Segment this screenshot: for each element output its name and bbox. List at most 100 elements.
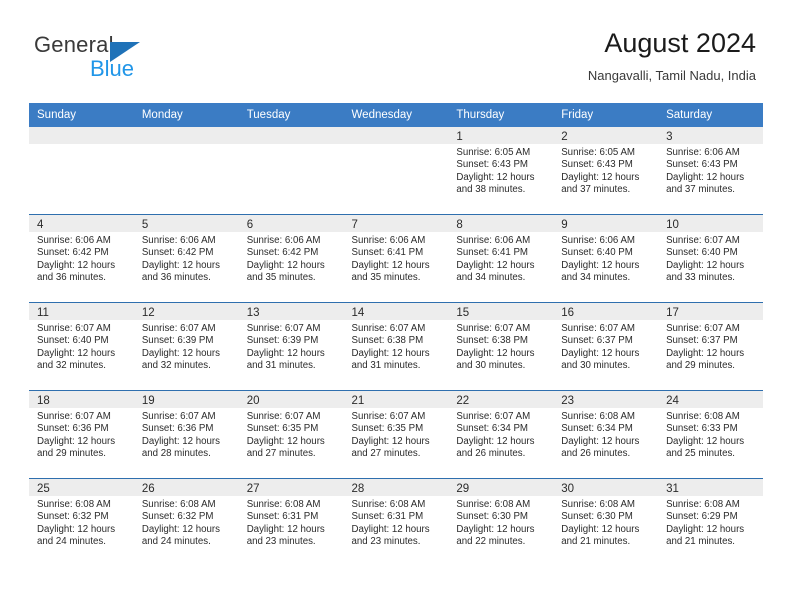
daylight-text-line2: and 21 minutes. [561, 536, 631, 548]
calendar-day-cell[interactable]: 30 Sunrise: 6:08 AM Sunset: 6:30 PM Dayligh… [553, 479, 659, 566]
calendar-day-cell[interactable]: 24 Sunrise: 6:08 AM Sunset: 6:33 PM Dayligh… [658, 391, 763, 478]
calendar-day-cell[interactable]: 16 Sunrise: 6:07 AM Sunset: 6:37 PM Dayligh… [553, 303, 659, 390]
calendar-day-cell[interactable]: 31 Sunrise: 6:08 AM Sunset: 6:29 PM Dayligh… [658, 479, 763, 566]
sunrise-text: Sunrise: 6:05 AM [456, 147, 531, 158]
day-number: 19 [141, 395, 155, 407]
day-number: 11 [37, 307, 49, 319]
day-number: 7 [351, 219, 358, 231]
day-details: Sunrise: 6:08 AM Sunset: 6:30 PM Daylight:… [553, 496, 658, 549]
day-number: 28 [351, 483, 365, 495]
calendar-day-cell[interactable]: 13 Sunrise: 6:07 AM Sunset: 6:39 PM Dayligh… [238, 303, 344, 390]
day-number: 6 [246, 219, 254, 231]
sunset-text: Sunset: 6:35 PM [246, 423, 319, 435]
calendar-day-cell[interactable]: 15 Sunrise: 6:07 AM Sunset: 6:38 PM Dayligh… [448, 303, 554, 390]
calendar-day-cell[interactable]: 17 Sunrise: 6:07 AM Sunset: 6:37 PM Dayligh… [658, 303, 763, 390]
day-number: 24 [666, 395, 679, 407]
calendar-day-cell[interactable]: 21 Sunrise: 6:07 AM Sunset: 6:35 PM Dayligh… [343, 391, 449, 478]
daylight-text-line1: Daylight: 12 hours [141, 347, 220, 359]
calendar-day-cell[interactable]: 12 Sunrise: 6:07 AM Sunset: 6:39 PM Dayligh… [133, 303, 239, 390]
daylight-text-line2: and 22 minutes. [456, 536, 526, 548]
sunset-text: Sunset: 6:35 PM [351, 423, 424, 435]
day-number: 17 [666, 307, 679, 319]
calendar-day-cell[interactable]: 11 Sunrise: 6:07 AM Sunset: 6:40 PM Dayligh… [29, 303, 134, 390]
calendar-day-cell[interactable]: 22 Sunrise: 6:07 AM Sunset: 6:34 PM Dayligh… [448, 391, 554, 478]
day-number-band: 27 [238, 479, 344, 496]
calendar-day-cell[interactable]: 14 Sunrise: 6:07 AM Sunset: 6:38 PM Dayligh… [343, 303, 449, 390]
day-number: 20 [246, 395, 260, 407]
day-number: 13 [246, 307, 260, 319]
sunrise-text: Sunrise: 6:08 AM [561, 499, 635, 510]
sunset-text: Sunset: 6:43 PM [456, 159, 528, 171]
day-number-band: 5 [133, 215, 239, 232]
weekday-header-friday: Friday [561, 109, 594, 121]
sunrise-text: Sunrise: 6:08 AM [141, 499, 216, 510]
day-details: Sunrise: 6:07 AM Sunset: 6:38 PM Daylight:… [344, 320, 449, 373]
calendar-day-cell[interactable]: 1 Sunrise: 6:05 AM Sunset: 6:43 PM Daylight… [448, 127, 554, 214]
daylight-text-line2: and 29 minutes. [37, 448, 106, 460]
calendar-day-cell[interactable]: 6 Sunrise: 6:06 AM Sunset: 6:42 PM Daylight… [238, 215, 344, 302]
sunrise-text: Sunrise: 6:07 AM [141, 323, 216, 334]
general-blue-logo[interactable]: General Blue [34, 32, 204, 82]
daylight-text-line1: Daylight: 12 hours [561, 171, 640, 183]
daylight-text-line1: Daylight: 12 hours [246, 259, 325, 271]
day-details: Sunrise: 6:08 AM Sunset: 6:32 PM Daylight:… [29, 496, 134, 549]
calendar-day-cell[interactable]: 23 Sunrise: 6:08 AM Sunset: 6:34 PM Dayligh… [553, 391, 659, 478]
page-header: General Blue August 2024 Nangavalli, Tam… [0, 0, 792, 100]
calendar-day-cell[interactable]: 29 Sunrise: 6:08 AM Sunset: 6:30 PM Dayligh… [448, 479, 554, 566]
day-number-band: 15 [448, 303, 554, 320]
calendar-day-cell[interactable]: 20 Sunrise: 6:07 AM Sunset: 6:35 PM Dayligh… [238, 391, 344, 478]
calendar-day-cell[interactable]: 26 Sunrise: 6:08 AM Sunset: 6:32 PM Dayligh… [133, 479, 239, 566]
daylight-text-line2: and 30 minutes. [561, 360, 631, 372]
daylight-text-line1: Daylight: 12 hours [246, 435, 325, 447]
day-number-band [133, 127, 239, 144]
calendar-day-cell[interactable]: 4 Sunrise: 6:06 AM Sunset: 6:42 PM Daylight… [29, 215, 134, 302]
daylight-text-line1: Daylight: 12 hours [246, 523, 325, 535]
day-number: 31 [666, 483, 679, 495]
day-details: Sunrise: 6:06 AM Sunset: 6:42 PM Daylight:… [134, 232, 239, 285]
day-details: Sunrise: 6:07 AM Sunset: 6:36 PM Daylight:… [29, 408, 134, 461]
sunset-text: Sunset: 6:41 PM [456, 247, 528, 259]
day-number: 10 [666, 219, 679, 231]
calendar-day-cell[interactable]: 28 Sunrise: 6:08 AM Sunset: 6:31 PM Dayligh… [343, 479, 449, 566]
calendar-day-cell[interactable]: 3 Sunrise: 6:06 AM Sunset: 6:43 PM Daylight… [658, 127, 763, 214]
day-number-band: 4 [29, 215, 134, 232]
calendar-day-cell[interactable]: 7 Sunrise: 6:06 AM Sunset: 6:41 PM Daylight… [343, 215, 449, 302]
sunset-text: Sunset: 6:32 PM [141, 511, 214, 523]
daylight-text-line2: and 34 minutes. [456, 272, 526, 284]
calendar-day-cell[interactable]: 9 Sunrise: 6:06 AM Sunset: 6:40 PM Daylight… [553, 215, 659, 302]
calendar-day-cell[interactable]: 8 Sunrise: 6:06 AM Sunset: 6:41 PM Daylight… [448, 215, 554, 302]
calendar-day-cell[interactable]: 2 Sunrise: 6:05 AM Sunset: 6:43 PM Daylight… [553, 127, 659, 214]
day-details [239, 144, 344, 147]
day-number: 29 [456, 483, 470, 495]
calendar-day-cell[interactable]: 25 Sunrise: 6:08 AM Sunset: 6:32 PM Dayligh… [29, 479, 134, 566]
logo-text-general: General [34, 32, 114, 57]
day-number-band: 7 [343, 215, 449, 232]
calendar-day-cell[interactable]: 10 Sunrise: 6:07 AM Sunset: 6:40 PM Dayligh… [658, 215, 763, 302]
daylight-text-line1: Daylight: 12 hours [37, 347, 116, 359]
daylight-text-line2: and 28 minutes. [141, 448, 211, 460]
calendar-day-cell[interactable]: 19 Sunrise: 6:07 AM Sunset: 6:36 PM Dayligh… [133, 391, 239, 478]
sunset-text: Sunset: 6:43 PM [666, 159, 738, 171]
sunset-text: Sunset: 6:36 PM [37, 423, 109, 435]
sunrise-text: Sunrise: 6:06 AM [246, 235, 321, 246]
day-details [344, 144, 449, 147]
calendar-day-cell[interactable]: 18 Sunrise: 6:07 AM Sunset: 6:36 PM Dayligh… [29, 391, 134, 478]
calendar-day-cell[interactable]: 5 Sunrise: 6:06 AM Sunset: 6:42 PM Daylight… [133, 215, 239, 302]
sunrise-text: Sunrise: 6:07 AM [37, 411, 111, 422]
calendar-day-cell[interactable]: 27 Sunrise: 6:08 AM Sunset: 6:31 PM Dayligh… [238, 479, 344, 566]
sunset-text: Sunset: 6:29 PM [666, 511, 738, 523]
daylight-text-line2: and 26 minutes. [561, 448, 631, 460]
day-details: Sunrise: 6:08 AM Sunset: 6:33 PM Daylight:… [658, 408, 763, 461]
day-number-band: 18 [29, 391, 134, 408]
page-subtitle: Nangavalli, Tamil Nadu, India [587, 68, 756, 83]
day-number: 12 [141, 307, 155, 319]
daylight-text-line2: and 32 minutes. [141, 360, 211, 372]
day-number: 22 [456, 395, 470, 407]
day-number: 5 [141, 219, 149, 231]
day-number-band: 26 [133, 479, 239, 496]
day-number-band: 22 [448, 391, 554, 408]
weekday-header-sunday: Sunday [37, 109, 77, 121]
daylight-text-line1: Daylight: 12 hours [561, 435, 640, 447]
day-details: Sunrise: 6:06 AM Sunset: 6:41 PM Daylight:… [344, 232, 449, 285]
day-details: Sunrise: 6:07 AM Sunset: 6:39 PM Daylight:… [134, 320, 239, 373]
